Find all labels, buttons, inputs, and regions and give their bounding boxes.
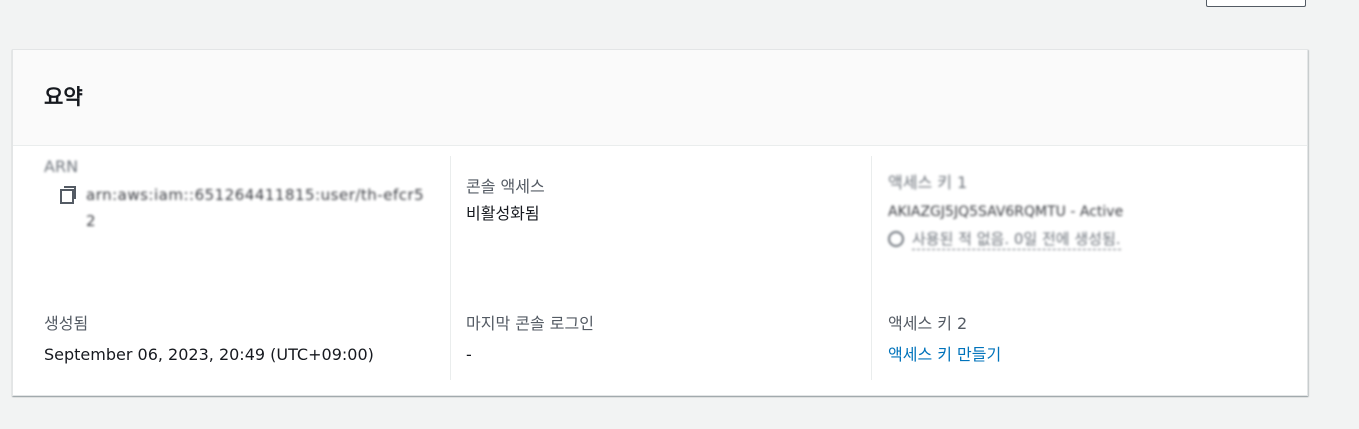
top-action-button[interactable] xyxy=(1206,0,1306,7)
status-info-icon xyxy=(888,231,904,247)
summary-column-2: 콘솔 액세스 비활성화됨 마지막 콘솔 로그인 - xyxy=(450,156,871,380)
access-key-2-label: 액세스 키 2 xyxy=(888,314,968,333)
access-key-1-status: 사용된 적 없음. 0일 전에 생성됨. xyxy=(888,228,1291,250)
access-key-1-status-text[interactable]: 사용된 적 없음. 0일 전에 생성됨. xyxy=(912,228,1121,250)
console-access-label: 콘솔 액세스 xyxy=(466,177,545,196)
arn-label: ARN xyxy=(44,157,79,176)
console-access-value: 비활성화됨 xyxy=(466,204,540,223)
last-console-login-value: - xyxy=(466,345,472,364)
create-access-key-link[interactable]: 액세스 키 만들기 xyxy=(888,343,1001,367)
last-console-login-field: 마지막 콘솔 로그인 - xyxy=(466,313,594,367)
summary-panel: 요약 ARN arn:aws:iam::651264411815:user/th… xyxy=(12,49,1308,396)
summary-column-3: 액세스 키 1 AKIAZGJ5JQ5SAV6RQMTU - Active 사용… xyxy=(871,156,1291,380)
created-value: September 06, 2023, 20:49 (UTC+09:00) xyxy=(44,345,374,364)
access-key-2-field: 액세스 키 2 액세스 키 만들기 xyxy=(888,313,1001,367)
created-field: 생성됨 September 06, 2023, 20:49 (UTC+09:00… xyxy=(44,313,374,367)
summary-title: 요약 xyxy=(44,85,83,109)
summary-header: 요약 xyxy=(13,50,1307,146)
copy-icon[interactable] xyxy=(60,186,76,204)
summary-body: ARN arn:aws:iam::651264411815:user/th-ef… xyxy=(13,147,1307,395)
created-label: 생성됨 xyxy=(44,314,89,333)
access-key-1-value: AKIAZGJ5JQ5SAV6RQMTU - Active xyxy=(888,204,1124,220)
arn-value: arn:aws:iam::651264411815:user/th-efcr52 xyxy=(86,186,425,230)
access-key-1-label: 액세스 키 1 xyxy=(888,173,968,192)
last-console-login-label: 마지막 콘솔 로그인 xyxy=(466,314,594,333)
summary-column-1: ARN arn:aws:iam::651264411815:user/th-ef… xyxy=(44,156,450,380)
arn-row: arn:aws:iam::651264411815:user/th-efcr52 xyxy=(44,182,450,234)
